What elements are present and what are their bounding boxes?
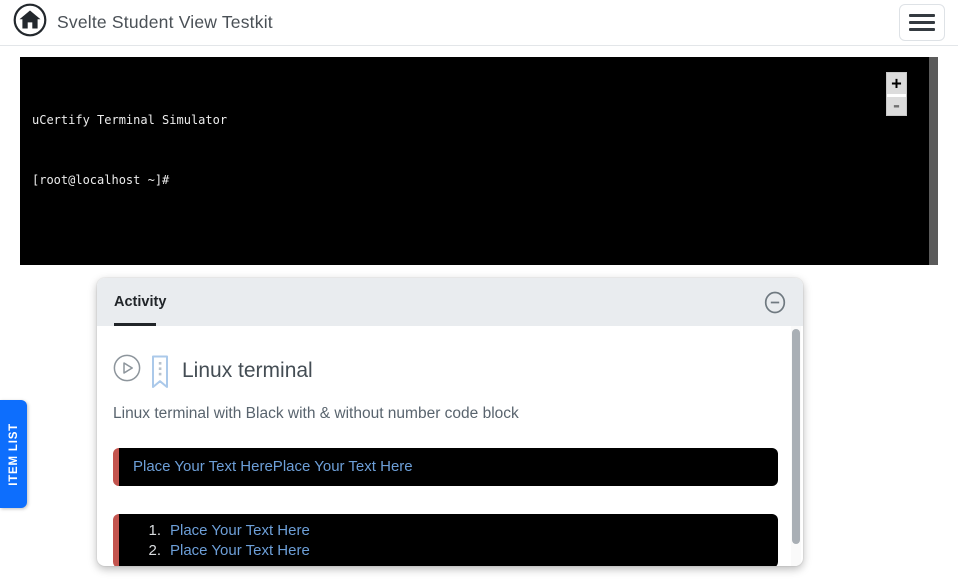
numbered-item-link[interactable]: Place Your Text Here (170, 521, 310, 541)
code-block-numbered: 1. Place Your Text Here 2. Place Your Te… (113, 514, 778, 566)
minus-circle-icon (764, 291, 786, 314)
collapse-card-button[interactable] (764, 291, 786, 314)
code-block-plain: Place Your Text HerePlace Your Text Here (113, 448, 778, 486)
activity-card-header: Activity (97, 278, 803, 326)
item-list-tab-label: ITEM LIST (8, 423, 20, 486)
terminal-simulator[interactable]: uCertify Terminal Simulator [root@localh… (20, 57, 938, 265)
top-navbar: Svelte Student View Testkit (0, 0, 958, 46)
activity-card: Activity (97, 278, 803, 566)
hamburger-menu-button[interactable] (899, 4, 945, 41)
home-icon[interactable] (13, 3, 47, 42)
activity-heading: Linux terminal (182, 359, 313, 383)
card-scrollbar (791, 326, 801, 566)
app-title: Svelte Student View Testkit (57, 12, 273, 33)
numbered-item-link[interactable]: Place Your Text Here (170, 541, 310, 561)
hamburger-icon (909, 14, 935, 17)
numbered-item: 1. Place Your Text Here (145, 521, 764, 541)
terminal-prompt-line[interactable]: [root@localhost ~]# (32, 170, 926, 190)
zoom-out-button[interactable]: - (887, 97, 906, 115)
terminal-title-line: uCertify Terminal Simulator (32, 110, 926, 130)
terminal-zoom-widget: + - (886, 72, 907, 116)
zoom-in-button[interactable]: + (887, 73, 906, 97)
numbered-item: 2. Place Your Text Here (145, 541, 764, 561)
activity-title-row: Linux terminal (113, 326, 787, 396)
list-marker: 1. (145, 521, 161, 541)
activity-card-body: Linux terminal Linux terminal with Black… (97, 326, 803, 566)
list-marker: 2. (145, 541, 161, 561)
card-scrollbar-thumb[interactable] (792, 329, 800, 544)
bookmark-icon[interactable] (150, 355, 170, 396)
terminal-output: uCertify Terminal Simulator [root@localh… (20, 57, 938, 243)
code-block-link[interactable]: Place Your Text HerePlace Your Text Here (133, 458, 413, 475)
tab-activity[interactable]: Activity (114, 294, 166, 310)
terminal-scrollbar[interactable] (929, 57, 938, 265)
activity-subtitle: Linux terminal with Black with & without… (113, 405, 787, 423)
page: Svelte Student View Testkit uCertify Ter… (0, 0, 958, 582)
item-list-tab[interactable]: ITEM LIST (0, 400, 27, 508)
navbar-brand[interactable]: Svelte Student View Testkit (13, 3, 273, 42)
play-circle-icon[interactable] (113, 354, 141, 387)
